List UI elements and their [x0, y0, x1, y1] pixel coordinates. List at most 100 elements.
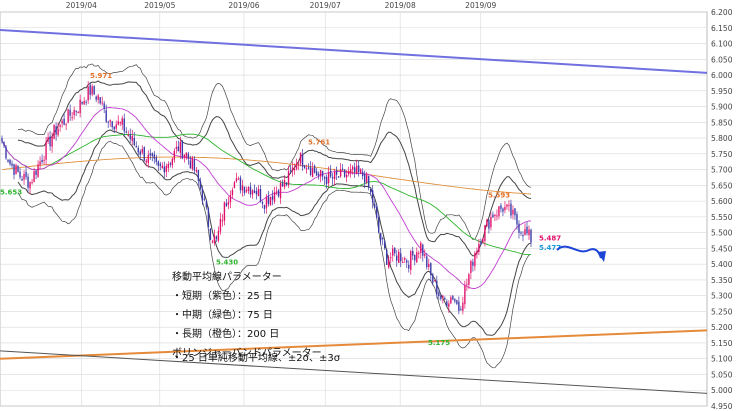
candle-body	[73, 110, 75, 116]
candle-body	[75, 110, 77, 112]
candle-body	[109, 119, 111, 122]
candle-body	[351, 166, 354, 170]
candle-body	[21, 179, 23, 181]
y-tick-label: 5.000	[711, 386, 733, 395]
candle-body	[291, 167, 294, 172]
candle-body	[27, 176, 29, 188]
ma-mid-param: ・中期（緑色）：75 日	[172, 308, 273, 321]
candle-body	[245, 189, 248, 192]
y-tick-label: 5.100	[711, 355, 733, 364]
candle-body	[438, 292, 440, 297]
candle-body	[133, 137, 135, 146]
candle-body	[408, 264, 410, 269]
price-label: 5.430	[216, 259, 238, 267]
ma-param-title: 移動平均線パラメーター	[172, 270, 282, 283]
candle-body	[329, 170, 332, 177]
candle-body	[227, 202, 230, 205]
candle-body	[424, 254, 426, 256]
y-tick-label: 5.800	[711, 134, 733, 143]
candle-body	[339, 169, 342, 177]
candle-body	[357, 165, 360, 172]
candle-body	[191, 157, 194, 170]
candle-body	[65, 124, 67, 126]
candle-body	[167, 163, 170, 169]
candle-body	[474, 253, 476, 267]
price-label: 5.593	[488, 191, 510, 199]
candle-body	[193, 160, 196, 171]
candle-body	[207, 208, 210, 227]
candle-body	[430, 263, 432, 276]
candle-body	[257, 188, 260, 197]
candle-body	[17, 165, 19, 172]
candle-body	[241, 185, 244, 191]
candle-body	[93, 86, 95, 95]
y-tick-label: 5.650	[711, 181, 733, 190]
y-tick-label: 6.100	[711, 40, 733, 49]
candle-body	[235, 178, 238, 182]
candle-body	[115, 124, 117, 129]
candle-body	[311, 168, 314, 177]
candle-body	[446, 301, 448, 307]
candle-body	[107, 121, 109, 123]
candle-body	[67, 109, 69, 123]
candle-body	[337, 176, 340, 178]
candle-body	[151, 153, 153, 156]
candle-body	[422, 244, 424, 256]
candle-body	[113, 126, 115, 130]
candle-body	[363, 173, 366, 183]
candle-body	[171, 158, 174, 166]
candle-body	[9, 159, 11, 165]
candle-body	[71, 117, 73, 119]
y-tick-label: 5.550	[711, 213, 733, 222]
candle-body	[233, 182, 236, 188]
candle-body	[29, 182, 31, 189]
candle-body	[378, 217, 380, 233]
candle-body	[119, 122, 121, 124]
candle-body	[139, 151, 141, 155]
candle-body	[490, 216, 492, 228]
candle-body	[177, 146, 180, 152]
candle-body	[480, 241, 482, 245]
candle-body	[125, 131, 127, 133]
candle-body	[209, 228, 212, 241]
candle-body	[428, 264, 430, 267]
candle-body	[159, 163, 161, 166]
candle-body	[492, 214, 494, 218]
candle-body	[402, 261, 404, 263]
candle-body	[183, 154, 186, 158]
candle-body	[249, 186, 252, 195]
y-tick-label: 5.750	[711, 150, 733, 159]
candle-body	[462, 302, 464, 311]
candle-body	[506, 204, 508, 207]
candle-body	[3, 142, 5, 146]
candle-body	[135, 146, 137, 148]
x-tick-label: 2019/05	[144, 1, 175, 10]
candle-body	[77, 112, 79, 114]
candle-body	[305, 168, 308, 170]
candle-body	[442, 295, 444, 299]
candle-body	[325, 176, 328, 184]
candle-body	[127, 134, 129, 136]
candle-body	[141, 148, 143, 153]
candle-body	[380, 233, 382, 240]
candle-body	[335, 170, 338, 175]
candle-body	[97, 95, 99, 100]
candle-body	[476, 251, 478, 255]
candle-body	[297, 163, 300, 165]
candle-body	[55, 126, 57, 135]
candle-body	[466, 283, 468, 285]
candle-body	[369, 188, 372, 193]
candle-body	[205, 201, 208, 208]
candle-body	[331, 176, 334, 179]
candle-body	[263, 205, 266, 209]
candle-body	[203, 198, 206, 200]
candle-body	[406, 260, 408, 263]
candle-body	[179, 141, 182, 153]
candle-body	[255, 191, 258, 195]
candle-body	[414, 255, 416, 261]
candle-body	[384, 241, 386, 249]
y-tick-label: 6.000	[711, 71, 733, 80]
candle-body	[518, 223, 520, 233]
candle-body	[219, 218, 222, 232]
candle-body	[452, 295, 454, 300]
